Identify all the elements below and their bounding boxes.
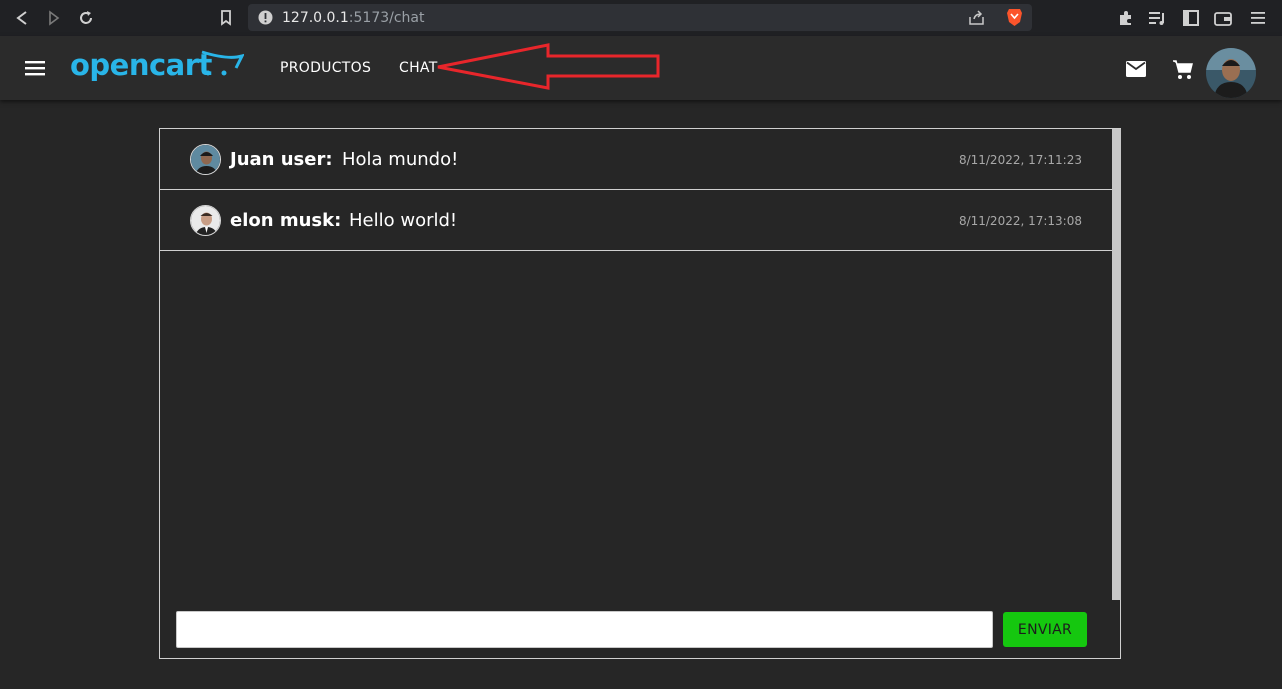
browser-toolbar: 127.0.0.1:5173/chat bbox=[0, 0, 1282, 36]
chat-scrollbar[interactable] bbox=[1112, 129, 1121, 600]
wallet-icon[interactable] bbox=[1213, 8, 1233, 28]
url-path: :5173/chat bbox=[348, 10, 425, 26]
chat-message: elon musk: Hello world! 8/11/2022, 17:13… bbox=[160, 190, 1112, 251]
extensions-icon[interactable] bbox=[1116, 8, 1136, 28]
menu-icon[interactable] bbox=[1248, 8, 1268, 28]
send-button[interactable]: ENVIAR bbox=[1003, 612, 1087, 647]
message-time: 8/11/2022, 17:11:23 bbox=[958, 153, 1082, 167]
message-author: elon musk: bbox=[230, 210, 342, 231]
message-text: Hola mundo! bbox=[342, 149, 459, 170]
logo-text: opencart bbox=[70, 48, 212, 82]
annotation-arrow bbox=[437, 43, 660, 90]
message-text: Hello world! bbox=[349, 210, 458, 231]
bookmark-icon[interactable] bbox=[216, 8, 236, 28]
address-bar[interactable]: 127.0.0.1:5173/chat bbox=[248, 4, 1032, 31]
user-avatar[interactable] bbox=[1206, 48, 1256, 98]
message-time: 8/11/2022, 17:13:08 bbox=[958, 214, 1082, 228]
message-input[interactable] bbox=[176, 611, 993, 648]
chat-panel: Juan user: Hola mundo! 8/11/2022, 17:11:… bbox=[159, 128, 1121, 659]
share-icon[interactable] bbox=[968, 9, 986, 31]
forward-icon[interactable] bbox=[44, 8, 64, 28]
mail-icon[interactable] bbox=[1126, 61, 1146, 82]
playlist-icon[interactable] bbox=[1148, 8, 1168, 28]
message-avatar bbox=[190, 144, 221, 175]
url-text: 127.0.0.1:5173/chat bbox=[282, 10, 425, 26]
sidebar-icon[interactable] bbox=[1181, 8, 1201, 28]
nav-productos[interactable]: PRODUCTOS bbox=[280, 60, 371, 76]
cart-icon[interactable] bbox=[1172, 59, 1194, 85]
hamburger-icon[interactable] bbox=[25, 60, 46, 81]
message-avatar bbox=[190, 205, 221, 236]
url-host: 127.0.0.1 bbox=[282, 10, 349, 26]
logo-cart-icon bbox=[200, 50, 245, 85]
reload-icon[interactable] bbox=[76, 8, 96, 28]
chat-message: Juan user: Hola mundo! 8/11/2022, 17:11:… bbox=[160, 129, 1112, 190]
back-icon[interactable] bbox=[12, 8, 32, 28]
site-info-icon[interactable] bbox=[258, 10, 273, 30]
brave-shield-icon[interactable] bbox=[1006, 7, 1023, 32]
message-author: Juan user: bbox=[230, 149, 333, 170]
